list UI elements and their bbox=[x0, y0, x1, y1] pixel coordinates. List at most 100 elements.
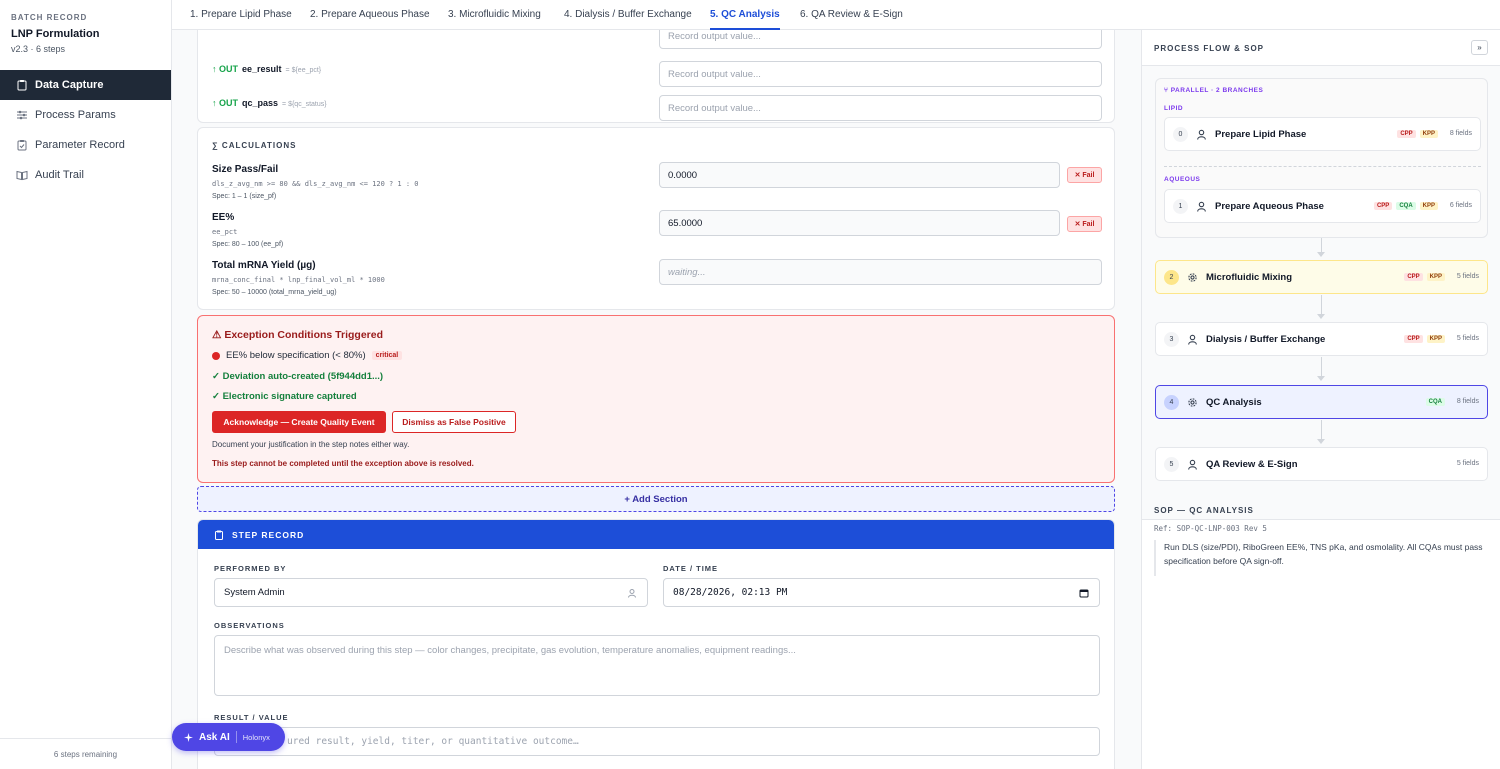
output-name: qc_pass bbox=[242, 98, 279, 108]
calculations-header: ∑ CALCULATIONS bbox=[212, 141, 297, 150]
flow-arrow-icon bbox=[1317, 439, 1325, 444]
datetime-value: 08/28/2026, 02:13 PM bbox=[673, 587, 788, 598]
steps-remaining: 6 steps remaining bbox=[0, 738, 171, 769]
kpp-tag: KPP bbox=[1426, 335, 1445, 343]
dismiss-false-positive-button[interactable]: Dismiss as False Positive bbox=[392, 411, 516, 433]
performed-by-label: PERFORMED BY bbox=[214, 564, 287, 573]
severity-badge: critical bbox=[371, 351, 403, 360]
ask-ai-label: Ask AI bbox=[199, 731, 230, 743]
person-icon bbox=[1196, 129, 1207, 140]
kpp-tag: KPP bbox=[1419, 130, 1438, 138]
calc-spec: Spec: 80 – 100 (ee_pf) bbox=[212, 241, 284, 248]
person-icon bbox=[1196, 201, 1207, 212]
deviation-status: ✓ Deviation auto-created (5f944dd1...) bbox=[212, 371, 384, 382]
calc-spec: Spec: 50 – 10000 (total_mrna_yield_ug) bbox=[212, 289, 337, 296]
sidebar-item-data-capture[interactable]: Data Capture bbox=[0, 70, 171, 100]
output-template: = ${ee_pct} bbox=[285, 67, 322, 74]
acknowledge-button[interactable]: Acknowledge — Create Quality Event bbox=[212, 411, 386, 433]
flow-node-prepare-aqueous-phase[interactable]: 1 Prepare Aqueous Phase CPP CQA KPP 6 fi… bbox=[1164, 189, 1481, 223]
exception-note: Document your justification in the step … bbox=[212, 440, 410, 449]
sliders-icon bbox=[16, 109, 28, 121]
observations-textarea[interactable]: Describe what was observed during this s… bbox=[214, 635, 1100, 696]
exception-panel: ⚠ Exception Conditions Triggered EE% bel… bbox=[197, 315, 1115, 483]
node-number: 2 bbox=[1164, 270, 1179, 285]
qc-pass-input[interactable]: Record output value... bbox=[659, 95, 1102, 121]
fail-badge: ✕ Fail bbox=[1067, 167, 1102, 183]
tab-qa-review-esign[interactable]: 6. QA Review & E-Sign bbox=[800, 0, 903, 30]
calc-name: EE% bbox=[212, 212, 235, 223]
sop-header: SOP — QC ANALYSIS bbox=[1154, 506, 1254, 515]
branch-label-aqueous: AQUEOUS bbox=[1164, 176, 1201, 183]
parallel-group: ⑂ PARALLEL · 2 BRANCHES LIPID 0 Prepare … bbox=[1155, 78, 1488, 238]
step-tabs: 1. Prepare Lipid Phase 2. Prepare Aqueou… bbox=[172, 0, 1500, 30]
node-tags: CPP KPP bbox=[1404, 273, 1445, 281]
exception-item-text: EE% below specification (< 80%) bbox=[226, 350, 366, 361]
tab-qc-analysis[interactable]: 5. QC Analysis bbox=[710, 0, 780, 30]
node-name: Prepare Aqueous Phase bbox=[1215, 201, 1324, 212]
node-name: QC Analysis bbox=[1206, 397, 1262, 408]
add-section-button[interactable]: + Add Section bbox=[197, 486, 1115, 512]
sidebar-item-process-params[interactable]: Process Params bbox=[0, 100, 171, 130]
tab-prepare-lipid-phase[interactable]: 1. Prepare Lipid Phase bbox=[190, 0, 292, 30]
calendar-icon[interactable] bbox=[1079, 588, 1089, 598]
result-label: RESULT / VALUE bbox=[214, 713, 289, 722]
sidebar-item-audit-trail[interactable]: Audit Trail bbox=[0, 160, 171, 190]
output-value-input[interactable]: Record output value... bbox=[659, 30, 1102, 49]
exception-title: ⚠ Exception Conditions Triggered bbox=[212, 329, 384, 341]
output-template: = ${qc_status} bbox=[282, 101, 327, 108]
node-number: 1 bbox=[1173, 199, 1188, 214]
sidebar-item-label: Parameter Record bbox=[35, 139, 125, 151]
flow-node-qa-review-esign[interactable]: 5 QA Review & E-Sign 5 fields bbox=[1155, 447, 1488, 481]
tab-microfluidic-mixing[interactable]: 3. Microfluidic Mixing bbox=[448, 0, 541, 30]
node-name: Microfluidic Mixing bbox=[1206, 272, 1293, 283]
node-field-count: 5 fields bbox=[1456, 460, 1479, 467]
kpp-tag: KPP bbox=[1426, 273, 1445, 281]
clipboard-icon bbox=[16, 79, 28, 91]
node-tags: CPP KPP bbox=[1404, 335, 1445, 343]
ee-result-input[interactable]: Record output value... bbox=[659, 61, 1102, 87]
sidebar-item-parameter-record[interactable]: Parameter Record bbox=[0, 130, 171, 160]
flow-node-microfluidic-mixing[interactable]: 2 Microfluidic Mixing CPP KPP 5 fields bbox=[1155, 260, 1488, 294]
cpp-tag: CPP bbox=[1404, 273, 1423, 281]
node-number: 5 bbox=[1164, 457, 1179, 472]
datetime-field[interactable]: 08/28/2026, 02:13 PM bbox=[663, 578, 1100, 607]
outputs-card: Record output value... ↑ OUT ee_result =… bbox=[197, 30, 1115, 123]
tab-prepare-aqueous-phase[interactable]: 2. Prepare Aqueous Phase bbox=[310, 0, 430, 30]
calc-name: Size Pass/Fail bbox=[212, 164, 279, 175]
out-tag: ↑ OUT bbox=[212, 98, 238, 108]
person-icon bbox=[1187, 459, 1198, 470]
output-row: ↑ OUT qc_pass = ${qc_status} bbox=[212, 98, 327, 108]
node-number: 3 bbox=[1164, 332, 1179, 347]
flow-arrow-icon bbox=[1317, 376, 1325, 381]
flow-node-prepare-lipid-phase[interactable]: 0 Prepare Lipid Phase CPP KPP 8 fields bbox=[1164, 117, 1481, 151]
calc-expression: ee_pct bbox=[212, 228, 238, 236]
branch-label-lipid: LIPID bbox=[1164, 105, 1184, 112]
observations-label: OBSERVATIONS bbox=[214, 621, 285, 630]
flow-arrow-icon bbox=[1317, 252, 1325, 257]
flow-node-qc-analysis[interactable]: 4 QC Analysis CQA 8 fields bbox=[1155, 385, 1488, 419]
sidebar: BATCH RECORD LNP Formulation v2.3 · 6 st… bbox=[0, 0, 172, 769]
collapse-panel-button[interactable]: » bbox=[1471, 40, 1488, 55]
node-field-count: 5 fields bbox=[1456, 273, 1479, 280]
tab-dialysis-buffer-exchange[interactable]: 4. Dialysis / Buffer Exchange bbox=[564, 0, 692, 30]
calculations-card: ∑ CALCULATIONS Size Pass/Fail dls_z_avg_… bbox=[197, 127, 1115, 310]
calc-name: Total mRNA Yield (µg) bbox=[212, 260, 316, 271]
calc-spec: Spec: 1 – 1 (size_pf) bbox=[212, 193, 277, 200]
flow-node-dialysis-buffer-exchange[interactable]: 3 Dialysis / Buffer Exchange CPP KPP 5 f… bbox=[1155, 322, 1488, 356]
ask-ai-button[interactable]: Ask AI Holonyx bbox=[172, 723, 285, 751]
result-value-input[interactable]: ured result, yield, titer, or quantitati… bbox=[214, 727, 1100, 756]
out-tag: ↑ OUT bbox=[212, 64, 238, 74]
clipboard-check-icon bbox=[16, 139, 28, 151]
fail-badge: ✕ Fail bbox=[1067, 216, 1102, 232]
step-record-card: STEP RECORD PERFORMED BY System Admin DA… bbox=[197, 519, 1115, 769]
kpp-tag: KPP bbox=[1419, 202, 1438, 210]
performed-by-field[interactable]: System Admin bbox=[214, 578, 648, 607]
sidebar-eyebrow: BATCH RECORD bbox=[11, 13, 88, 22]
total-mrna-yield-value: waiting... bbox=[659, 259, 1102, 285]
batch-version: v2.3 · 6 steps bbox=[11, 44, 66, 54]
main-content: Record output value... ↑ OUT ee_result =… bbox=[172, 30, 1141, 769]
exception-warning: This step cannot be completed until the … bbox=[212, 459, 474, 468]
calc-expression: dls_z_avg_nm >= 80 && dls_z_avg_nm <= 12… bbox=[212, 180, 419, 188]
parallel-label: ⑂ PARALLEL · 2 BRANCHES bbox=[1164, 87, 1264, 94]
node-field-count: 8 fields bbox=[1456, 398, 1479, 405]
